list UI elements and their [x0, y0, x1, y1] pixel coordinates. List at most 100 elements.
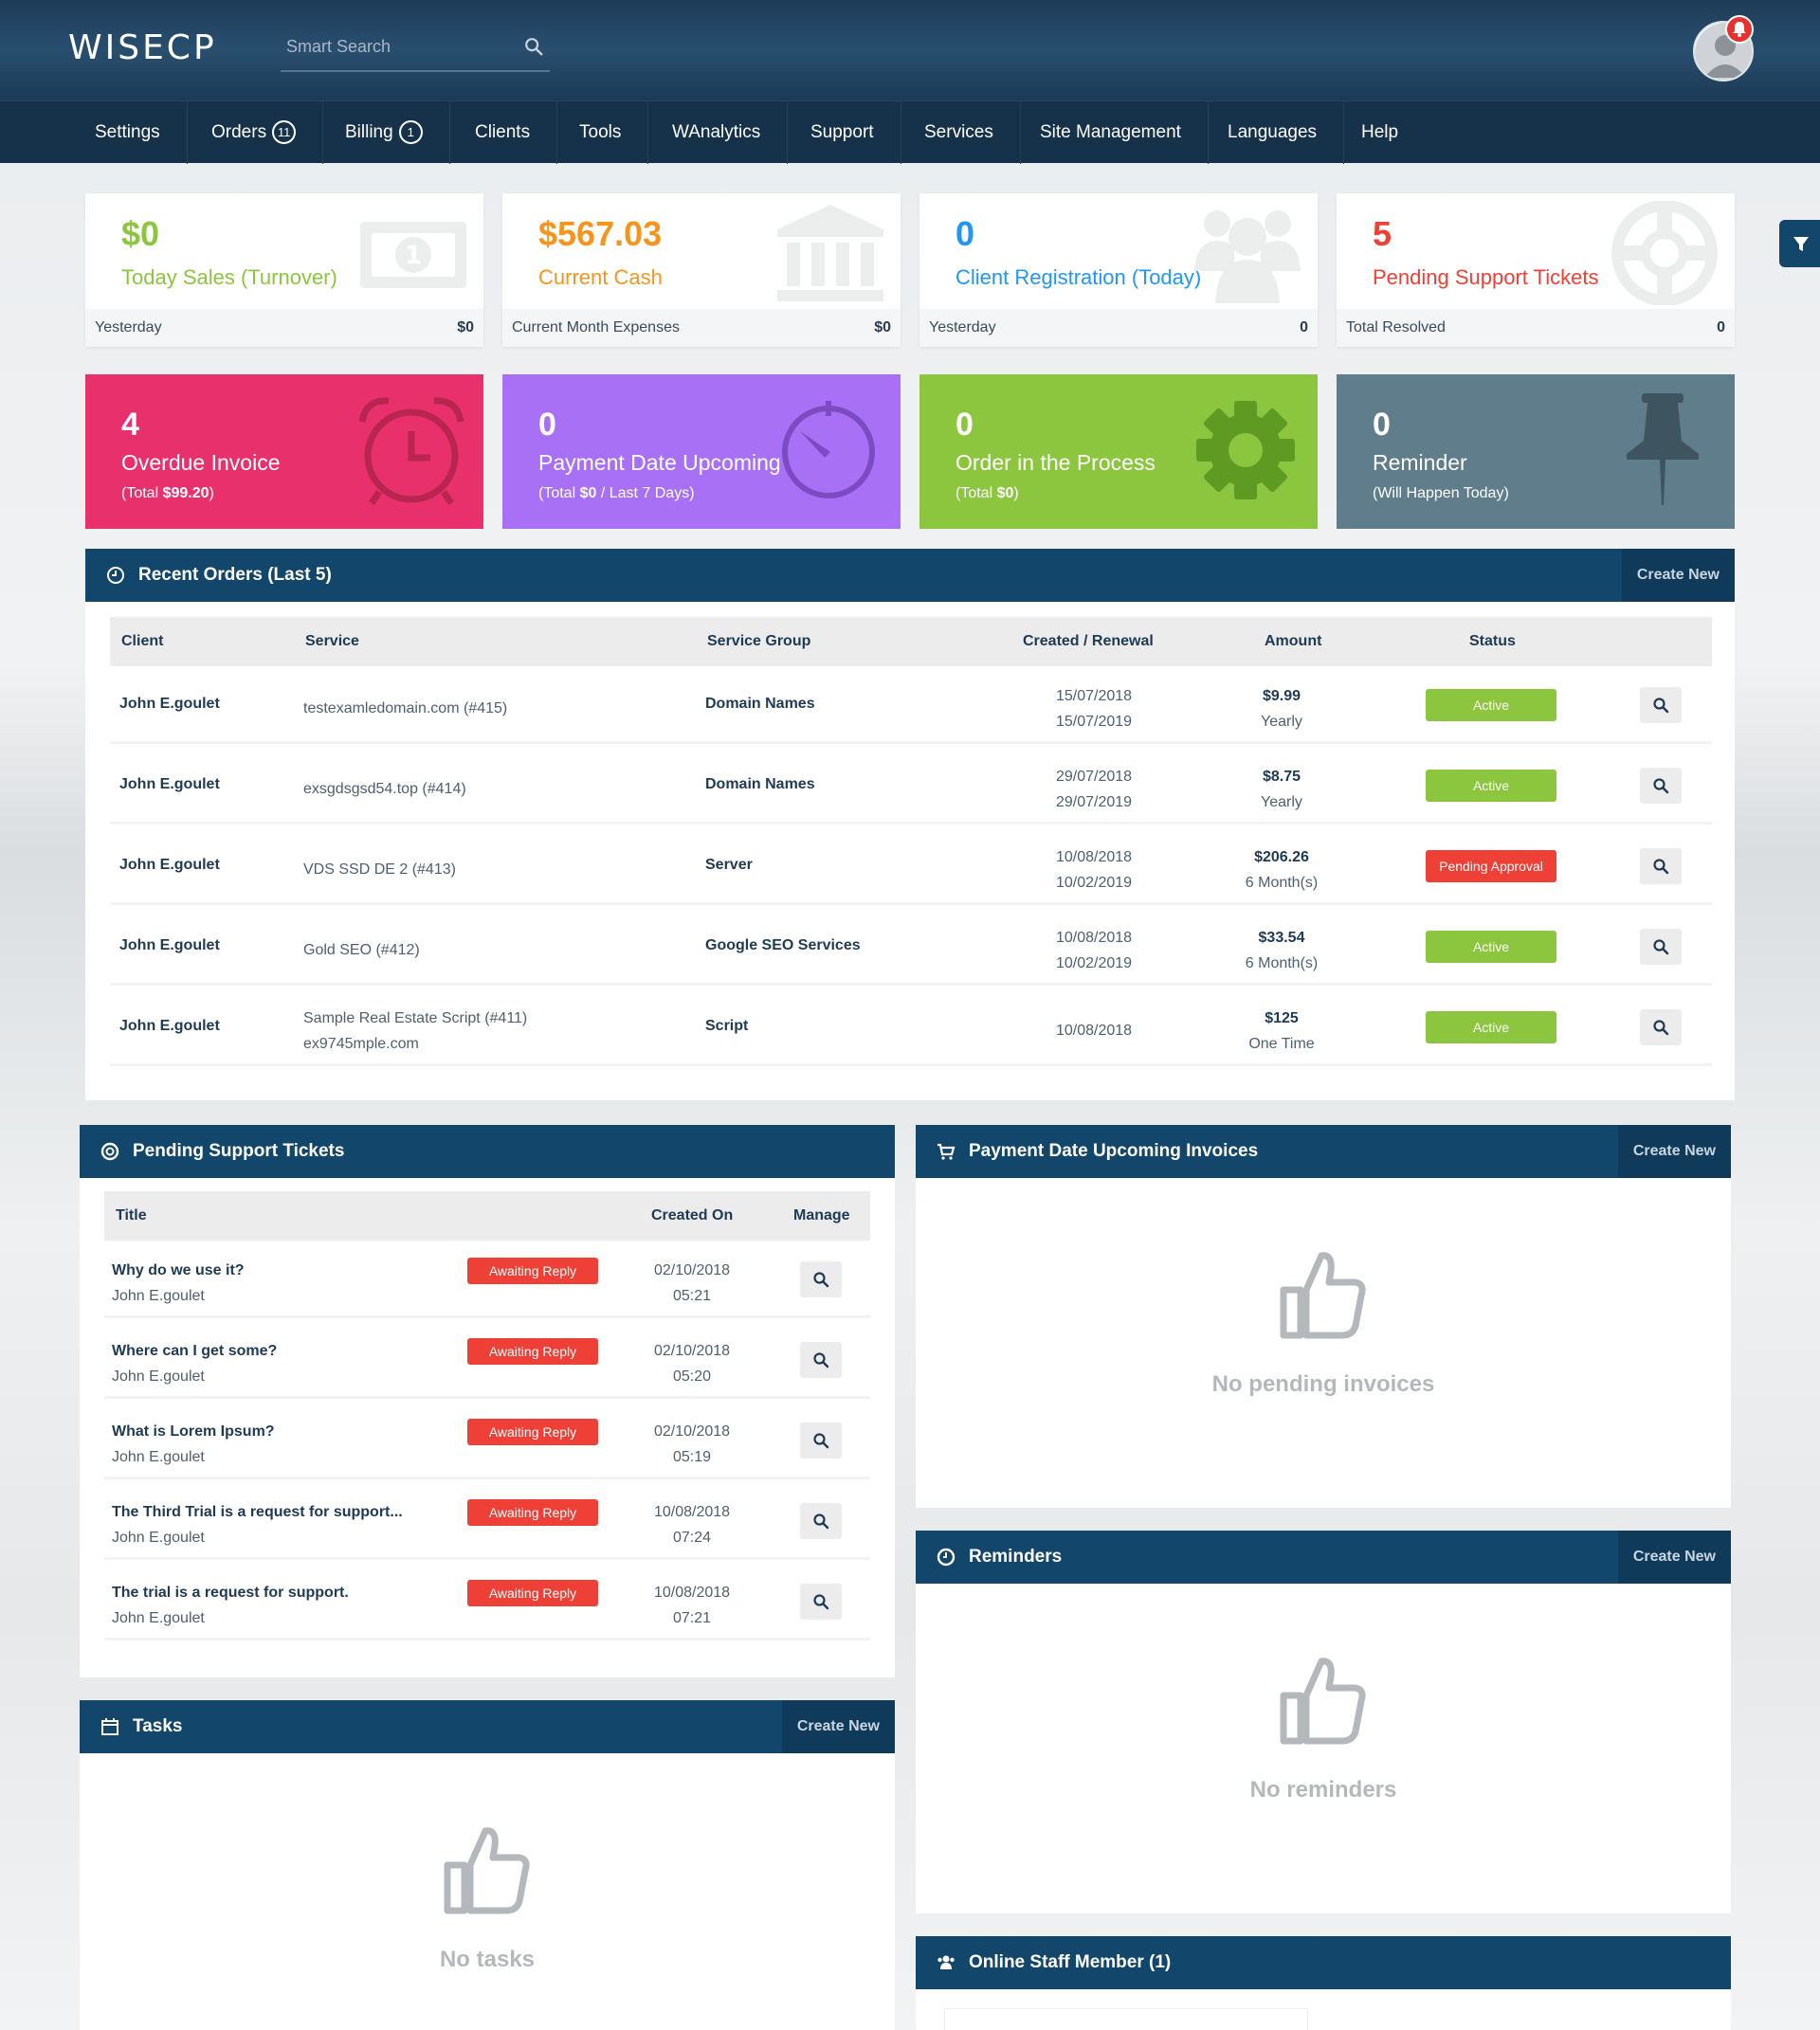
nav-label: Settings — [95, 122, 160, 142]
staff-member-card[interactable] — [944, 2008, 1308, 2030]
foot-value: 0 — [1300, 319, 1308, 335]
order-client[interactable]: John E.goulet — [119, 696, 220, 713]
nav-orders[interactable]: Orders 11 — [185, 101, 324, 164]
view-order-button[interactable] — [1640, 848, 1682, 884]
order-service[interactable]: Gold SEO (#412) — [303, 937, 420, 963]
ticket-row: Where can I get some? John E.goulet Awaiti… — [104, 1321, 870, 1399]
nav-wanalytics[interactable]: WAnalytics — [646, 101, 789, 164]
logo[interactable]: WISECP — [68, 28, 217, 67]
nav-settings[interactable]: Settings — [68, 101, 188, 164]
amount-period: Yearly — [1261, 714, 1302, 730]
ticket-row: The Third Trial is a request for support… — [104, 1482, 870, 1560]
amount-value: $33.54 — [1258, 930, 1305, 946]
ticket-info[interactable]: The Third Trial is a request for support… — [112, 1499, 403, 1550]
card-reminder[interactable]: 0 Reminder (Will Happen Today) — [1337, 374, 1735, 529]
ticket-title[interactable]: Where can I get some? — [112, 1338, 277, 1364]
order-row: John E.goulet testexamledomain.com (#415)… — [110, 666, 1712, 744]
order-amount: $8.75 Yearly — [1210, 764, 1354, 815]
billing-badge: 1 — [398, 120, 423, 144]
panel-title: Payment Date Upcoming Invoices — [969, 1141, 1259, 1161]
view-order-button[interactable] — [1640, 929, 1682, 965]
nav-help[interactable]: Help — [1335, 101, 1425, 164]
view-ticket-button[interactable] — [800, 1503, 842, 1539]
nav-tools[interactable]: Tools — [553, 101, 649, 164]
order-service[interactable]: testexamledomain.com (#415) — [303, 696, 507, 721]
search-icon[interactable] — [523, 36, 544, 57]
search-input[interactable] — [281, 28, 508, 64]
ticket-created: 02/10/2018 05:20 — [631, 1338, 753, 1389]
stat-current-cash[interactable]: $567.03 Current Cash Current Month Expen… — [502, 193, 901, 347]
nav-billing[interactable]: Billing 1 — [318, 101, 450, 164]
create-reminder-button[interactable]: Create New — [1617, 1531, 1731, 1584]
order-service[interactable]: exsgdsgsd54.top (#414) — [303, 776, 466, 802]
users-icon — [1194, 210, 1301, 303]
ticket-info[interactable]: Why do we use it? John E.goulet — [112, 1258, 245, 1309]
view-order-button[interactable] — [1640, 687, 1682, 723]
order-created: 10/08/2018 — [1055, 849, 1133, 865]
view-order-button[interactable] — [1640, 768, 1682, 804]
panel-title: Recent Orders (Last 5) — [138, 565, 332, 585]
ticket-date: 02/10/2018 — [653, 1423, 731, 1440]
order-client[interactable]: John E.goulet — [119, 937, 220, 954]
nav-languages[interactable]: Languages — [1201, 101, 1345, 164]
order-client[interactable]: John E.goulet — [119, 857, 220, 874]
ticket-info[interactable]: Where can I get some? John E.goulet — [112, 1338, 277, 1389]
ticket-title[interactable]: The trial is a request for support. — [112, 1580, 349, 1605]
ticket-info[interactable]: The trial is a request for support. John … — [112, 1580, 349, 1631]
nav-label: Services — [924, 122, 993, 142]
order-service[interactable]: Sample Real Estate Script (#411) ex9745mp… — [303, 1006, 527, 1057]
create-order-button[interactable]: Create New — [1621, 549, 1735, 602]
tasks-header: Tasks Create New — [80, 1700, 895, 1753]
sub-text: ) — [1013, 485, 1019, 501]
panel-title: Tasks — [133, 1716, 183, 1736]
filter-button[interactable] — [1779, 220, 1820, 267]
sub-text: (Total — [538, 485, 580, 501]
foot-label: Yesterday — [929, 319, 996, 335]
ticket-status-badge: Awaiting Reply — [467, 1258, 598, 1284]
clock-icon — [937, 1548, 956, 1567]
view-ticket-button[interactable] — [800, 1342, 842, 1378]
clock-icon — [107, 567, 124, 584]
order-client[interactable]: John E.goulet — [119, 1018, 220, 1035]
sub-text: (Total — [956, 485, 997, 501]
create-invoice-button[interactable]: Create New — [1617, 1125, 1731, 1178]
card-subtitle: (Will Happen Today) — [1373, 485, 1509, 502]
alarm-clock-icon — [358, 397, 464, 505]
view-order-button[interactable] — [1640, 1009, 1682, 1045]
order-client[interactable]: John E.goulet — [119, 776, 220, 793]
card-order-process[interactable]: 0 Order in the Process (Total $0) — [919, 374, 1318, 529]
order-renewal: 29/07/2019 — [1055, 794, 1133, 810]
card-payment-upcoming[interactable]: 0 Payment Date Upcoming (Total $0 / Last… — [502, 374, 901, 529]
card-overdue-invoice[interactable]: 4 Overdue Invoice (Total $99.20) — [85, 374, 483, 529]
stat-pending-tickets[interactable]: 5 Pending Support Tickets Total Resolved… — [1337, 193, 1735, 347]
create-task-button[interactable]: Create New — [781, 1700, 895, 1753]
nav-services[interactable]: Services — [898, 101, 1021, 164]
notification-bell[interactable] — [1725, 15, 1754, 44]
nav-clients[interactable]: Clients — [448, 101, 558, 164]
amount-period: Yearly — [1261, 794, 1302, 810]
view-ticket-button[interactable] — [800, 1261, 842, 1297]
ticket-info[interactable]: What is Lorem Ipsum? John E.goulet — [112, 1419, 275, 1470]
nav-support[interactable]: Support — [784, 101, 901, 164]
order-service[interactable]: VDS SSD DE 2 (#413) — [303, 857, 456, 882]
tasks-panel: Tasks Create New No tasks — [80, 1700, 895, 2030]
ticket-row: What is Lorem Ipsum? John E.goulet Awaitin… — [104, 1402, 870, 1479]
cart-icon — [937, 1143, 956, 1160]
ticket-status-badge: Awaiting Reply — [467, 1419, 598, 1445]
stat-today-sales[interactable]: $0 Today Sales (Turnover) 1 Yesterday $0 — [85, 193, 483, 347]
card-subtitle: (Total $99.20) — [121, 485, 214, 502]
view-ticket-button[interactable] — [800, 1584, 842, 1620]
nav-site-management[interactable]: Site Management — [1013, 101, 1209, 164]
lifebuoy-icon — [100, 1142, 119, 1161]
stat-label: Client Registration (Today) — [956, 265, 1202, 289]
stat-client-registration[interactable]: 0 Client Registration (Today) Yesterday 0 — [919, 193, 1318, 347]
ticket-title[interactable]: What is Lorem Ipsum? — [112, 1419, 275, 1444]
bank-icon — [777, 205, 883, 301]
view-ticket-button[interactable] — [800, 1423, 842, 1459]
nav-label: Orders — [211, 122, 267, 142]
ticket-title[interactable]: Why do we use it? — [112, 1258, 245, 1283]
ticket-title[interactable]: The Third Trial is a request for support… — [112, 1499, 403, 1525]
pushpin-icon — [1627, 393, 1699, 505]
sub-text: / Last 7 Days) — [596, 485, 695, 501]
order-dates: 15/07/2018 15/07/2019 — [1020, 683, 1168, 734]
